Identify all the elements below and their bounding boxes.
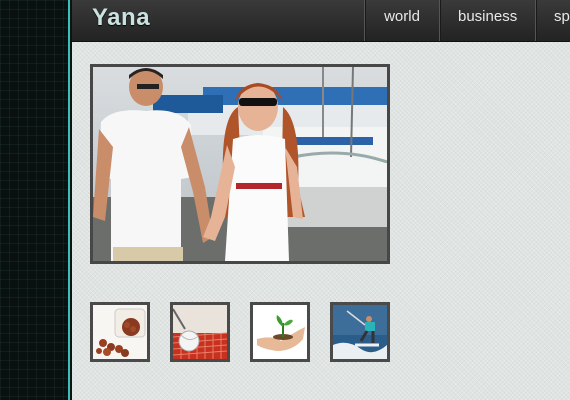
thumbnail-plant[interactable] [250,302,310,362]
left-decorative-strip [0,0,70,400]
site-logo[interactable]: Yana [92,4,150,32]
nav-item-world[interactable]: world [364,0,439,41]
main-content [72,42,570,400]
kitesurf-icon [333,305,387,359]
main-nav: world business sp [364,0,570,42]
couple-photo-image [93,67,387,261]
thumbnail-row [90,302,390,362]
site-header: Yana world business sp [72,0,570,42]
thumbnail-tennis[interactable] [170,302,230,362]
nav-item-business[interactable]: business [439,0,535,41]
pills-icon [93,305,147,359]
featured-photo[interactable] [90,64,390,264]
plant-in-hand-icon [253,305,307,359]
tennis-icon [173,305,227,359]
thumbnail-kitesurf[interactable] [330,302,390,362]
thumbnail-pills[interactable] [90,302,150,362]
nav-item-sports[interactable]: sp [535,0,570,41]
